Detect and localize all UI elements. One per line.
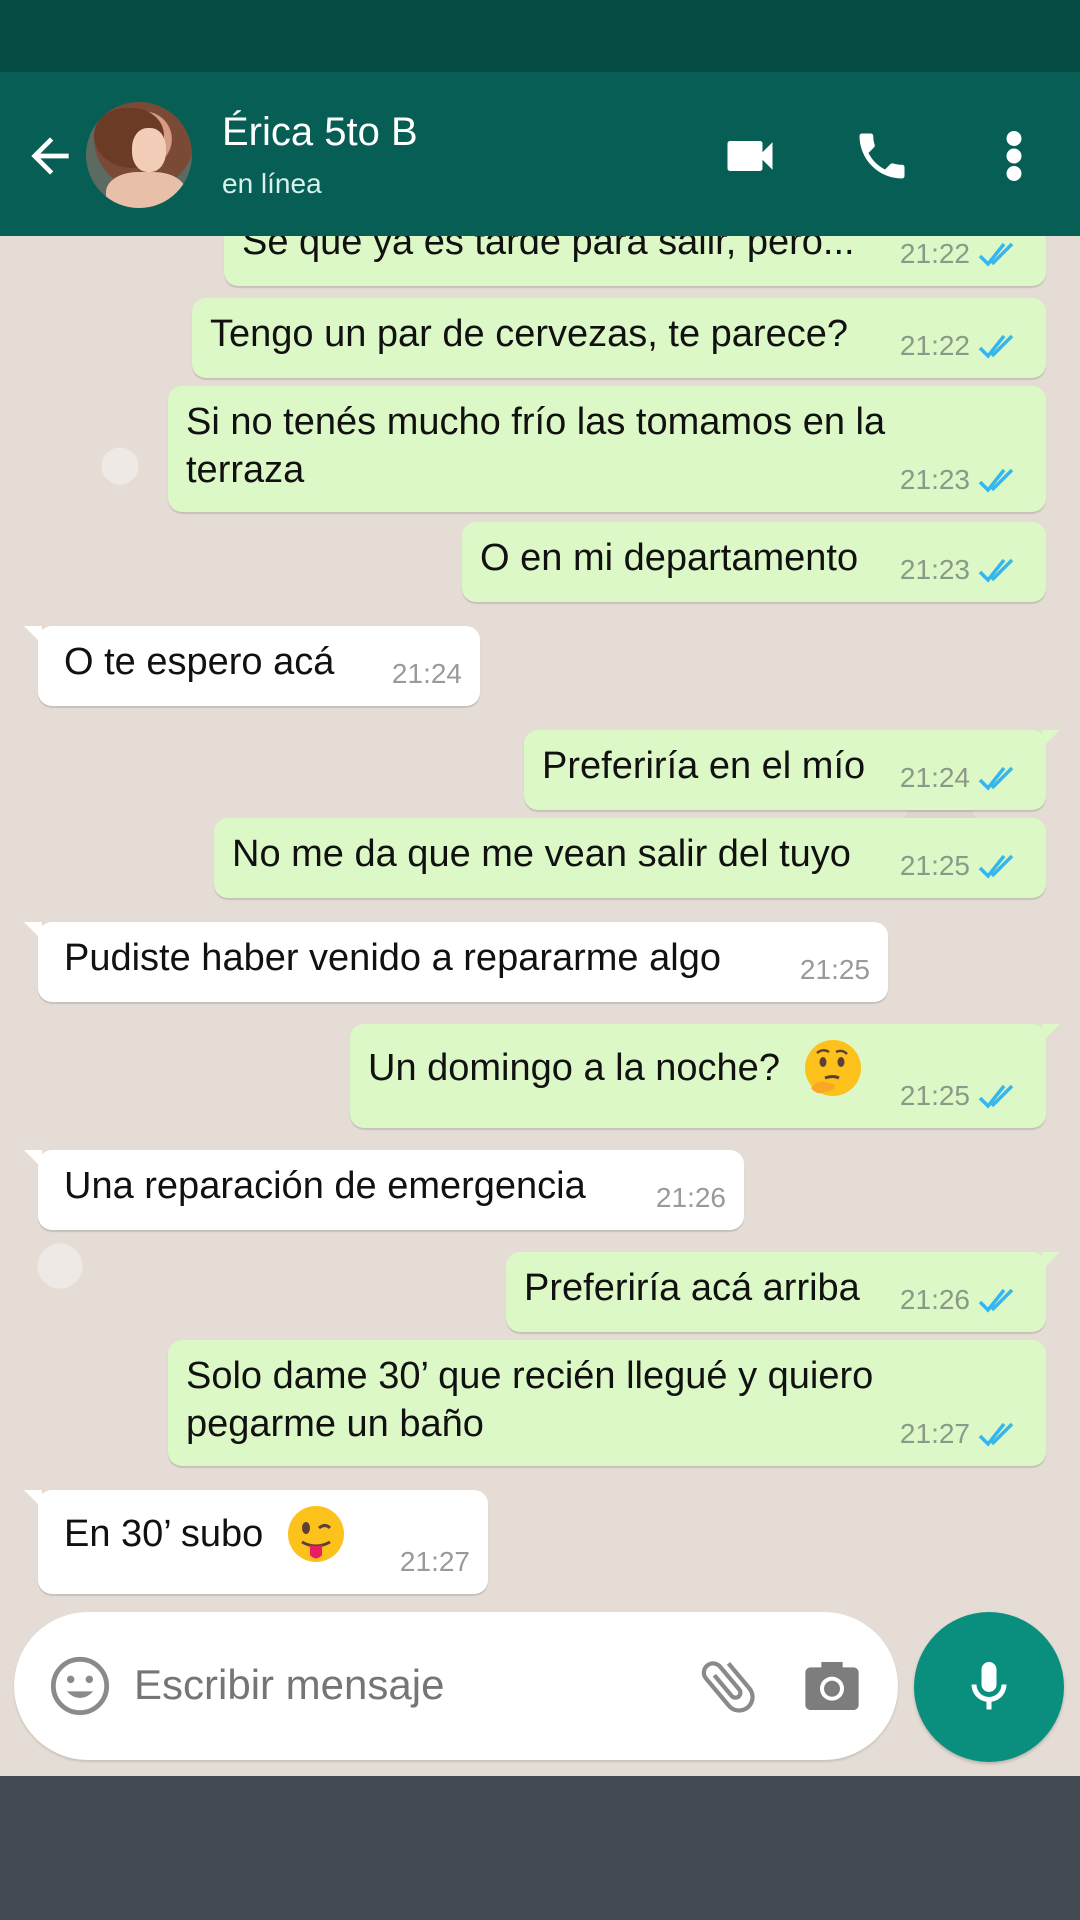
avatar[interactable] — [86, 102, 192, 208]
message-time: 21:22 — [899, 238, 970, 269]
outgoing-message[interactable]: O en mi departamento 21:23 — [462, 522, 1046, 602]
message-meta: 21:23 — [900, 456, 1022, 504]
message-meta: 21:27 — [400, 1538, 470, 1586]
read-ticks-icon — [978, 558, 1014, 583]
read-ticks-icon — [978, 242, 1014, 267]
message-time: 21:27 — [899, 1418, 970, 1449]
message-text: Sé que ya es tarde para salir, pero... — [242, 236, 855, 263]
chat-header: Érica 5to B en línea — [0, 72, 1080, 236]
status-bar — [0, 0, 1080, 72]
mic-button[interactable] — [914, 1612, 1064, 1762]
outgoing-message[interactable]: Tengo un par de cervezas, te parece? 21:… — [192, 298, 1046, 378]
emoji-icon[interactable] — [48, 1654, 112, 1718]
contact-status: en línea — [222, 168, 322, 199]
message-text: En 30’ subo — [64, 1513, 264, 1556]
message-time: 21:26 — [899, 1284, 970, 1315]
back-arrow-icon[interactable] — [22, 128, 78, 184]
message-text: Preferiría acá arriba — [524, 1267, 860, 1309]
message-time: 21:24 — [899, 762, 970, 793]
incoming-message[interactable]: En 30’ subo 21:27 — [24, 1490, 488, 1594]
message-text: Un domingo a la noche? — [368, 1047, 780, 1090]
message-time: 21:23 — [899, 464, 970, 495]
outgoing-message[interactable]: No me da que me vean salir del tuyo 21:2… — [214, 818, 1046, 898]
message-meta: 21:27 — [900, 1410, 1022, 1458]
message-time: 21:24 — [391, 658, 462, 689]
thinking-face-emoji — [804, 1040, 861, 1096]
message-time: 21:25 — [899, 850, 970, 881]
outgoing-message[interactable]: Preferiría en el mío 21:24 — [524, 730, 1060, 810]
message-text: O te espero acá — [64, 641, 335, 683]
incoming-message[interactable]: O te espero acá 21:24 — [24, 626, 480, 706]
message-time: 21:23 — [899, 554, 970, 585]
outgoing-message[interactable]: Un domingo a la noche? 21:25 — [350, 1024, 1060, 1128]
system-navigation-bar — [0, 1776, 1080, 1920]
read-ticks-icon — [978, 334, 1014, 359]
outgoing-message[interactable]: Solo dame 30’ que recién llegué y quiero… — [168, 1340, 1046, 1466]
message-text: Pudiste haber venido a repararme algo — [64, 937, 721, 979]
chat-area[interactable]: Sé que ya es tarde para salir, pero... 2… — [0, 236, 1080, 1772]
message-meta: 21:24 — [392, 650, 462, 698]
message-time: 21:26 — [655, 1182, 726, 1213]
message-time: 21:27 — [399, 1546, 470, 1577]
read-ticks-icon — [978, 1084, 1014, 1109]
mic-icon — [971, 1662, 1007, 1710]
message-meta: 21:22 — [900, 322, 1022, 370]
message-text: Una reparación de emergencia — [64, 1165, 586, 1207]
winking-face-with-tongue-emoji — [287, 1506, 344, 1562]
video-call-icon[interactable] — [714, 120, 786, 192]
read-ticks-icon — [978, 766, 1014, 791]
read-ticks-icon — [978, 468, 1014, 493]
message-meta: 21:25 — [800, 946, 870, 994]
read-ticks-icon — [978, 1288, 1014, 1313]
incoming-message[interactable]: Pudiste haber venido a repararme algo 21… — [24, 922, 888, 1002]
message-text: Tengo un par de cervezas, te parece? — [210, 313, 848, 355]
more-options-icon[interactable] — [978, 120, 1050, 192]
message-text: Solo dame 30’ que recién llegué y quiero… — [186, 1355, 874, 1445]
message-text: O en mi departamento — [480, 537, 859, 579]
message-text: No me da que me vean salir del tuyo — [232, 833, 851, 875]
message-text: Si no tenés mucho frío las tomamos en la… — [186, 401, 886, 491]
message-meta: 21:25 — [900, 1072, 1022, 1120]
message-input[interactable] — [132, 1660, 556, 1710]
contact-name[interactable]: Érica 5to B — [222, 110, 418, 155]
outgoing-message[interactable]: Preferiría acá arriba 21:26 — [506, 1252, 1060, 1332]
message-time: 21:22 — [899, 330, 970, 361]
attach-icon[interactable] — [694, 1652, 762, 1720]
read-ticks-icon — [978, 854, 1014, 879]
incoming-message[interactable]: Una reparación de emergencia 21:26 — [24, 1150, 744, 1230]
message-meta: 21:25 — [900, 842, 1022, 890]
message-meta: 21:22 — [900, 236, 1022, 278]
message-composer — [14, 1612, 898, 1760]
message-meta: 21:26 — [900, 1276, 1022, 1324]
phone-call-icon[interactable] — [846, 120, 918, 192]
message-time: 21:25 — [799, 954, 870, 985]
read-ticks-icon — [978, 1422, 1014, 1447]
outgoing-message[interactable]: Sé que ya es tarde para salir, pero... 2… — [224, 236, 1046, 286]
message-meta: 21:24 — [900, 754, 1022, 802]
message-meta: 21:23 — [900, 546, 1022, 594]
camera-icon[interactable] — [800, 1654, 864, 1718]
message-meta: 21:26 — [656, 1174, 726, 1222]
message-text: Preferiría en el mío — [542, 745, 866, 787]
outgoing-message[interactable]: Si no tenés mucho frío las tomamos en la… — [168, 386, 1046, 512]
message-time: 21:25 — [899, 1080, 970, 1111]
